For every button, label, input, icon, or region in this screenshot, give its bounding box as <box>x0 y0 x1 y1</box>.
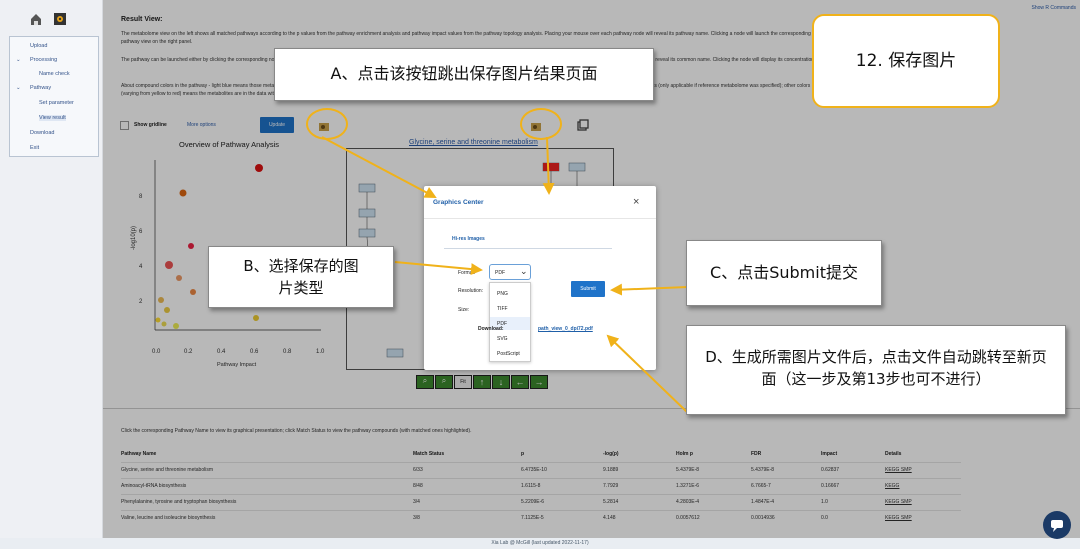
annotation-c: C、点击Submit提交 <box>686 240 882 306</box>
annotation-d: D、生成所需图片文件后，点击文件自动跳转至新页面（这一步及第13步也可不进行） <box>686 325 1066 415</box>
highlight-ring <box>306 108 348 140</box>
annotation-b: B、选择保存的图片类型 <box>208 246 394 308</box>
step-label: 12. 保存图片 <box>812 14 1000 108</box>
annotation-a: A、点击该按钮跳出保存图片结果页面 <box>274 48 654 101</box>
highlight-ring <box>520 108 562 140</box>
